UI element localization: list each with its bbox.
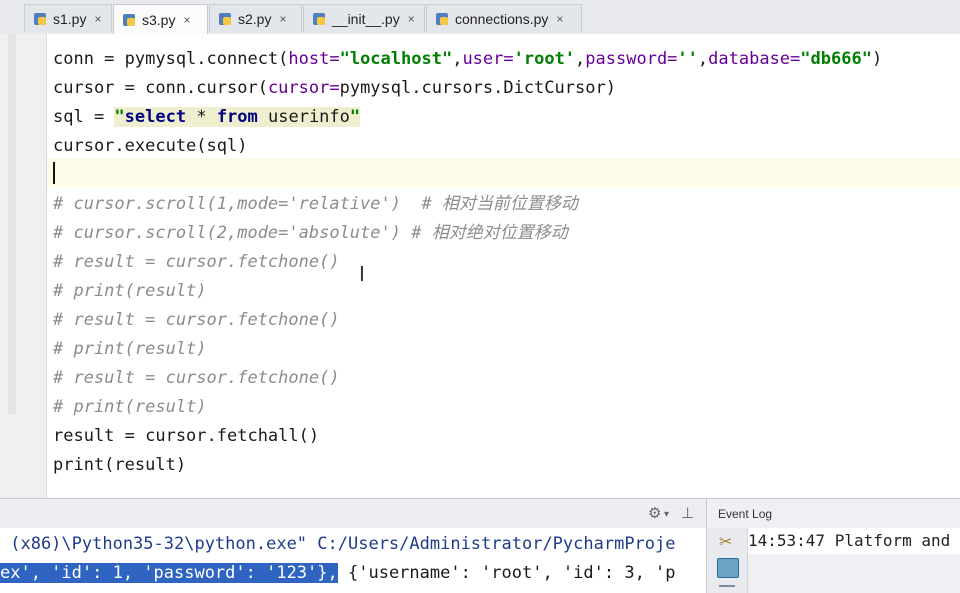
event-log-message: 14:53:47 Platform and [748,528,960,554]
python-file-icon [122,13,136,27]
event-log-sidebar: ✂ [707,528,748,593]
comment-line[interactable]: # cursor.scroll(2,mode='absolute') # 相对绝… [53,219,568,248]
editor-tab-bar: s1.py × s3.py × s2.py × __init__.py × co… [0,0,960,35]
text-caret [53,162,55,184]
pin-icon[interactable]: ⊥ [681,504,694,522]
current-line-highlight [47,158,960,187]
console-command-line: (x86)\Python35-32\python.exe" C:/Users/A… [0,534,676,554]
tab-s2[interactable]: s2.py × [209,4,302,32]
tab-connections[interactable]: connections.py × [426,4,582,32]
fold-strip [8,34,16,414]
code-line[interactable]: sql = "select * from userinfo" [53,103,361,132]
mouse-ibeam-cursor: I [359,262,365,286]
run-console[interactable]: (x86)\Python35-32\python.exe" C:/Users/A… [0,528,706,593]
tab-label: __init__.py [332,10,400,27]
close-icon[interactable]: × [279,12,286,26]
console-output-line: ex', 'id': 1, 'password': '123'}, {'user… [0,563,676,583]
code-line[interactable]: conn = pymysql.connect(host="localhost",… [53,45,882,74]
tab-s1[interactable]: s1.py × [24,4,112,32]
close-icon[interactable]: × [556,12,563,26]
tab-s3[interactable]: s3.py × [113,4,208,34]
comment-line[interactable]: # result = cursor.fetchone() [53,364,340,393]
comment-line[interactable]: # result = cursor.fetchone() [53,248,340,277]
chevron-down-icon[interactable]: ▾ [664,509,669,520]
gear-icon[interactable]: ⚙ [648,504,661,522]
python-file-icon [33,12,47,26]
line-gutter [0,34,47,498]
code-line[interactable]: print(result) [53,451,186,480]
code-editor[interactable]: conn = pymysql.connect(host="localhost",… [0,34,960,498]
code-line[interactable]: result = cursor.fetchall() [53,422,319,451]
comment-line[interactable]: # result = cursor.fetchone() [53,306,340,335]
tab-label: s3.py [142,11,176,28]
monitor-icon[interactable] [717,558,739,578]
tab-label: s2.py [238,10,272,27]
tab-label: s1.py [53,10,87,27]
comment-line[interactable]: # print(result) [53,335,207,364]
python-file-icon [218,12,232,26]
code-line[interactable]: cursor.execute(sql) [53,132,247,161]
python-file-icon [312,12,326,26]
comment-line[interactable]: # print(result) [53,277,207,306]
close-icon[interactable]: × [408,12,415,26]
python-file-icon [435,12,449,26]
wrench-icon[interactable]: ✂ [719,532,732,551]
event-log-panel: Event Log ✂ 14:53:47 Platform and [706,498,960,593]
tab-init[interactable]: __init__.py × [303,4,425,32]
list-icon[interactable] [719,585,735,593]
event-log-title[interactable]: Event Log [707,498,960,528]
tab-label: connections.py [455,10,549,27]
close-icon[interactable]: × [183,13,190,27]
close-icon[interactable]: × [94,12,101,26]
comment-line[interactable]: # print(result) [53,393,207,422]
code-line[interactable]: cursor = conn.cursor(cursor=pymysql.curs… [53,74,616,103]
console-selection: ex', 'id': 1, 'password': '123'}, [0,563,338,583]
comment-line[interactable]: # cursor.scroll(1,mode='relative') # 相对当… [53,190,578,219]
run-panel-toolbar: ⚙ ▾ ⊥ [0,498,706,529]
